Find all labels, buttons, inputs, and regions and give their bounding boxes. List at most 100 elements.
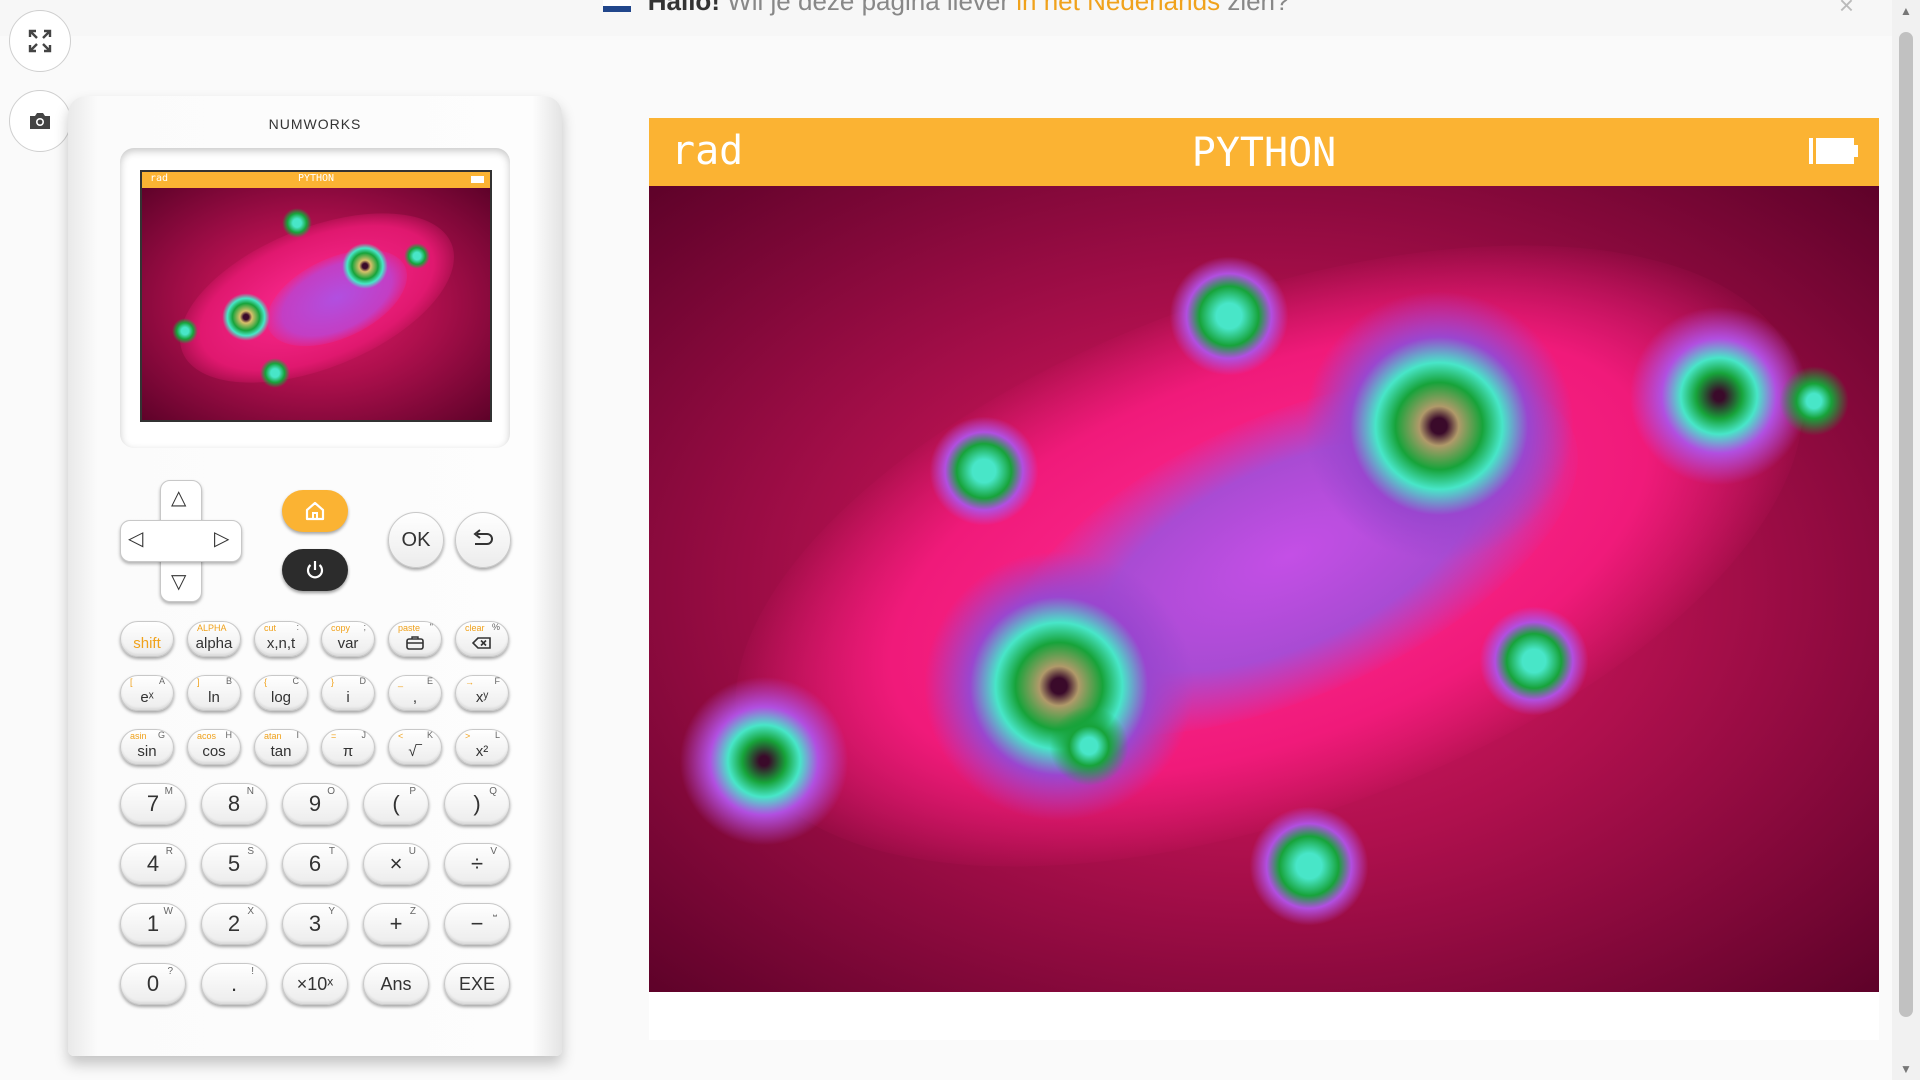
mini-screen-header: rad PYTHON — [142, 172, 490, 188]
key-1[interactable]: ALPHA alpha — [187, 621, 241, 657]
key-label: , — [412, 688, 418, 706]
key-secondary-label: = — [331, 731, 337, 741]
key-15[interactable]: = Jπ — [321, 729, 375, 765]
key-label: ln — [208, 688, 220, 706]
key-secondary-label: acos — [197, 731, 217, 741]
key-11[interactable]: → Fxʸ — [455, 675, 509, 711]
key-secondary-label: cut — [264, 623, 277, 633]
back-button[interactable] — [455, 512, 511, 568]
key-alpha-label: ⎵ — [493, 906, 497, 917]
key-label: x² — [475, 742, 489, 760]
scroll-up-icon[interactable]: ▲ — [1900, 4, 1912, 18]
banner-language-link[interactable]: in het Nederlands — [1016, 0, 1220, 16]
key-17[interactable]: > Lx² — [455, 729, 509, 765]
dpad-left-button[interactable]: ◁ — [128, 526, 143, 551]
dpad-up-button[interactable]: △ — [171, 485, 186, 510]
key-num-12[interactable]: 3Y — [282, 903, 348, 945]
key-label: 6 — [308, 851, 322, 876]
key-10[interactable]: _ E, — [388, 675, 442, 711]
scroll-down-icon[interactable]: ▼ — [1900, 1062, 1912, 1076]
key-alpha-label: ! — [251, 966, 254, 977]
key-9[interactable]: } Di — [321, 675, 375, 711]
key-8[interactable]: {Clog — [254, 675, 308, 711]
key-label: eˣ — [140, 688, 154, 706]
key-secondary-label: > — [465, 731, 471, 741]
power-button[interactable] — [282, 549, 348, 591]
screenshot-button[interactable] — [9, 90, 71, 152]
key-num-17[interactable]: ×10ˣ — [282, 963, 348, 1005]
scrollbar-thumb[interactable] — [1899, 32, 1913, 1017]
key-alpha-label: ; — [363, 622, 366, 632]
key-secondary-label: < — [398, 731, 404, 741]
key-label: 8 — [227, 791, 241, 816]
key-alpha-label: % — [491, 622, 500, 632]
home-button[interactable] — [282, 490, 348, 532]
key-secondary-label: ] — [197, 677, 200, 687]
key-alpha-label: Y — [328, 906, 335, 917]
key-alpha-label: O — [327, 786, 335, 797]
toolbox-icon — [406, 636, 424, 650]
key-3[interactable]: copy; var — [321, 621, 375, 657]
key-label: . — [230, 971, 238, 996]
key-alpha-label: R — [165, 846, 173, 857]
key-4[interactable]: paste " — [388, 621, 442, 657]
key-16[interactable]: < K √‾ — [388, 729, 442, 765]
key-num-8[interactable]: × U — [363, 843, 429, 885]
key-label: x,n,t — [266, 634, 296, 652]
battery-icon — [1809, 138, 1858, 164]
key-num-10[interactable]: 1W — [120, 903, 186, 945]
key-num-2[interactable]: 9O — [282, 783, 348, 825]
key-num-14[interactable]: − ⎵ — [444, 903, 510, 945]
close-icon[interactable]: × — [1839, 0, 1854, 21]
key-label: 0 — [146, 971, 160, 996]
dpad-down-button[interactable]: ▽ — [171, 569, 186, 594]
key-label: 3 — [308, 911, 322, 936]
banner-greeting: Hallo! — [647, 0, 720, 16]
dpad-right-button[interactable]: ▷ — [214, 526, 229, 551]
page-scrollbar[interactable]: ▲ ▼ — [1892, 0, 1920, 1080]
key-num-1[interactable]: 8N — [201, 783, 267, 825]
key-label: π — [342, 742, 354, 760]
key-num-15[interactable]: 0? — [120, 963, 186, 1005]
calculator-body: NUMWORKS rad PYTHON △ ▽ ◁ ▷ OK shift ALP… — [68, 96, 562, 1056]
key-14[interactable]: atan Itan — [254, 729, 308, 765]
key-num-7[interactable]: 6T — [282, 843, 348, 885]
key-secondary-label: asin — [130, 731, 147, 741]
key-num-5[interactable]: 4R — [120, 843, 186, 885]
key-num-9[interactable]: ÷ V — [444, 843, 510, 885]
key-12[interactable]: asin Gsin — [120, 729, 174, 765]
mini-fractal-image — [142, 188, 490, 420]
key-num-13[interactable]: + Z — [363, 903, 429, 945]
key-secondary-label: paste — [398, 623, 421, 633]
key-label: log — [270, 688, 292, 706]
key-6[interactable]: [Aeˣ — [120, 675, 174, 711]
key-alpha-label: S — [247, 846, 254, 857]
key-label: var — [337, 634, 359, 652]
ok-button[interactable]: OK — [388, 512, 444, 568]
key-num-3[interactable]: (P — [363, 783, 429, 825]
key-num-16[interactable]: .! — [201, 963, 267, 1005]
key-alpha-label: ? — [167, 966, 173, 977]
key-alpha-label: I — [296, 730, 299, 740]
key-num-18[interactable]: Ans — [363, 963, 429, 1005]
key-num-0[interactable]: 7M — [120, 783, 186, 825]
key-label: shift — [133, 634, 161, 652]
key-2[interactable]: cut: x,n,t — [254, 621, 308, 657]
key-secondary-label: → — [465, 677, 474, 687]
key-num-11[interactable]: 2X — [201, 903, 267, 945]
key-num-6[interactable]: 5S — [201, 843, 267, 885]
key-num-4[interactable]: ) Q — [444, 783, 510, 825]
key-7[interactable]: ] Bln — [187, 675, 241, 711]
key-num-19[interactable]: EXE — [444, 963, 510, 1005]
dpad: △ ▽ ◁ ▷ — [120, 480, 242, 602]
key-label: Ans — [380, 973, 412, 994]
fullscreen-button[interactable] — [9, 10, 71, 72]
back-arrow-icon — [473, 529, 493, 545]
key-5[interactable]: clear% — [455, 621, 509, 657]
camera-icon — [30, 113, 50, 129]
key-alpha-label: " — [429, 622, 433, 632]
key-13[interactable]: acos Hcos — [187, 729, 241, 765]
language-banner: Hallo! Wil je deze pagina liever in het … — [0, 0, 1892, 36]
key-0[interactable]: shift — [120, 621, 174, 657]
key-label: tan — [270, 742, 292, 760]
